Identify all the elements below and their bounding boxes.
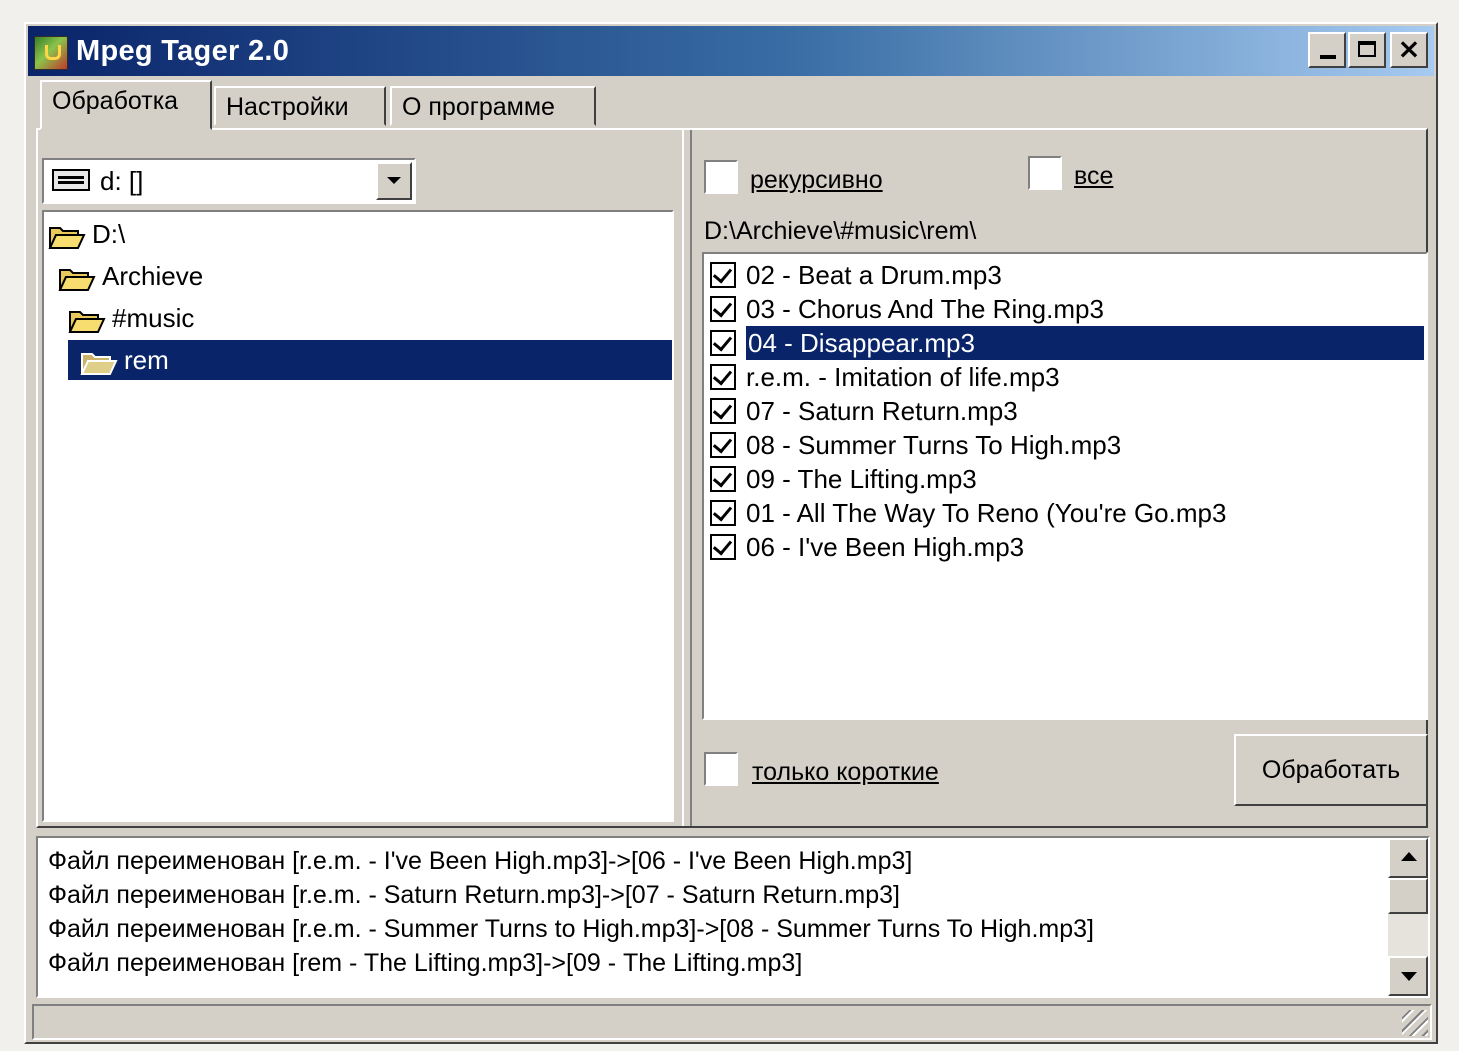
minimize-icon — [1320, 55, 1336, 59]
file-checkbox[interactable] — [710, 432, 736, 458]
tree-item-label: D:\ — [92, 219, 126, 249]
current-path: D:\Archieve\#music\rem\ — [704, 217, 977, 245]
file-name: 01 - All The Way To Reno (You're Go.mp3 — [746, 498, 1227, 528]
chevron-down-icon — [387, 177, 401, 184]
file-name: 07 - Saturn Return.mp3 — [746, 396, 1018, 426]
title-bar[interactable]: Mpeg Tager 2.0 × — [28, 26, 1434, 76]
close-button[interactable]: × — [1390, 32, 1428, 68]
file-checkbox[interactable] — [710, 534, 736, 560]
window-title: Mpeg Tager 2.0 — [76, 35, 290, 67]
recursive-label: рекурсивно — [750, 166, 883, 194]
log-line: Файл переименован [r.e.m. - Saturn Retur… — [48, 881, 900, 909]
file-item-selected[interactable]: 04 - Disappear.mp3 — [710, 326, 1424, 360]
file-name: r.e.m. - Imitation of life.mp3 — [746, 362, 1060, 392]
app-window: Mpeg Tager 2.0 × Обработка Настройки О п… — [24, 22, 1438, 1044]
open-folder-icon — [80, 347, 118, 376]
log-line: Файл переименован [rem - The Lifting.mp3… — [48, 949, 803, 977]
file-name: 03 - Chorus And The Ring.mp3 — [746, 294, 1104, 324]
file-name: 06 - I've Been High.mp3 — [746, 532, 1025, 562]
log-panel[interactable]: Файл переименован [r.e.m. - I've Been Hi… — [36, 836, 1430, 998]
file-item[interactable]: 08 - Summer Turns To High.mp3 — [710, 428, 1424, 462]
open-folder-icon — [58, 263, 96, 292]
scroll-thumb[interactable] — [1388, 878, 1428, 914]
scroll-down-button[interactable] — [1388, 956, 1428, 996]
close-icon: × — [1397, 32, 1421, 65]
maximize-button[interactable] — [1348, 32, 1386, 68]
file-list[interactable]: 02 - Beat a Drum.mp3 03 - Chorus And The… — [702, 252, 1428, 720]
open-folder-icon — [48, 221, 86, 250]
arrow-down-icon — [1401, 972, 1417, 981]
tree-item-drive[interactable]: D:\ — [48, 214, 125, 254]
log-line: Файл переименован [r.e.m. - I've Been Hi… — [48, 847, 913, 875]
file-item[interactable]: r.e.m. - Imitation of life.mp3 — [710, 360, 1424, 394]
all-label: все — [1074, 162, 1114, 190]
tree-item-label: rem — [124, 345, 169, 375]
tab-settings[interactable]: Настройки — [214, 86, 386, 126]
drive-select-value: d: [] — [100, 166, 144, 196]
drive-select[interactable]: d: [] — [42, 158, 416, 204]
arrow-up-icon — [1401, 852, 1417, 861]
file-name: 04 - Disappear.mp3 — [746, 326, 1424, 360]
file-checkbox[interactable] — [710, 364, 736, 390]
drive-icon — [52, 169, 90, 191]
log-line: Файл переименован [r.e.m. - Summer Turns… — [48, 915, 1094, 943]
log-scrollbar[interactable] — [1388, 838, 1428, 996]
file-item[interactable]: 01 - All The Way To Reno (You're Go.mp3 — [710, 496, 1424, 530]
file-name: 09 - The Lifting.mp3 — [746, 464, 977, 494]
file-item[interactable]: 06 - I've Been High.mp3 — [710, 530, 1424, 564]
short-only-label: только короткие — [752, 758, 939, 786]
all-checkbox[interactable] — [1028, 156, 1062, 190]
processing-page: d: [] D:\ Archieve #music rem рекурсивно… — [36, 128, 1428, 828]
file-checkbox[interactable] — [710, 262, 736, 288]
resize-grip-icon[interactable] — [1402, 1010, 1428, 1036]
file-checkbox[interactable] — [710, 466, 736, 492]
tree-item-archieve[interactable]: Archieve — [58, 256, 203, 296]
file-item[interactable]: 02 - Beat a Drum.mp3 — [710, 258, 1424, 292]
folder-tree[interactable]: D:\ Archieve #music rem — [42, 210, 674, 822]
tree-item-label: #music — [112, 303, 195, 333]
maximize-icon — [1358, 41, 1376, 57]
app-icon[interactable] — [34, 36, 68, 70]
tab-about[interactable]: О программе — [390, 86, 596, 126]
file-checkbox[interactable] — [710, 398, 736, 424]
tree-item-rem[interactable]: rem — [68, 340, 672, 380]
tree-item-music[interactable]: #music — [68, 298, 194, 338]
drive-dropdown-button[interactable] — [376, 162, 412, 200]
tree-item-label: Archieve — [102, 261, 204, 291]
open-folder-icon — [68, 305, 106, 334]
panel-splitter[interactable] — [682, 130, 692, 826]
short-only-checkbox[interactable] — [704, 752, 738, 786]
file-name: 08 - Summer Turns To High.mp3 — [746, 430, 1122, 460]
file-checkbox[interactable] — [710, 500, 736, 526]
file-name: 02 - Beat a Drum.mp3 — [746, 260, 1002, 290]
tab-processing[interactable]: Обработка — [40, 80, 212, 130]
recursive-checkbox[interactable] — [704, 160, 738, 194]
file-item[interactable]: 03 - Chorus And The Ring.mp3 — [710, 292, 1424, 326]
status-bar — [32, 1004, 1432, 1040]
scroll-up-button[interactable] — [1388, 838, 1428, 878]
file-checkbox[interactable] — [710, 330, 736, 356]
file-item[interactable]: 09 - The Lifting.mp3 — [710, 462, 1424, 496]
file-checkbox[interactable] — [710, 296, 736, 322]
file-item[interactable]: 07 - Saturn Return.mp3 — [710, 394, 1424, 428]
minimize-button[interactable] — [1308, 32, 1346, 68]
process-button[interactable]: Обработать — [1234, 734, 1428, 806]
